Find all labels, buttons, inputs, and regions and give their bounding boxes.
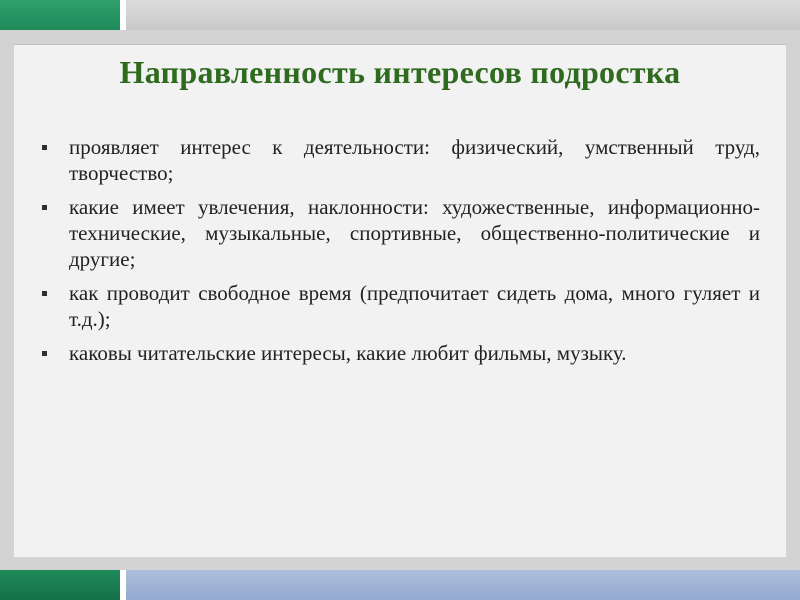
- square-bullet-icon: [42, 291, 47, 296]
- bottom-decor-green-block: [0, 570, 120, 600]
- top-decor-divider: [120, 0, 126, 30]
- bullet-item: как проводит свободное время (предпочита…: [40, 280, 760, 332]
- bullet-list: проявляет интерес к деятельности: физиче…: [40, 134, 760, 374]
- bullet-item: проявляет интерес к деятельности: физиче…: [40, 134, 760, 186]
- square-bullet-icon: [42, 145, 47, 150]
- square-bullet-icon: [42, 351, 47, 356]
- square-bullet-icon: [42, 205, 47, 210]
- bullet-text: какие имеет увлечения, наклонности: худо…: [69, 195, 760, 271]
- bullet-item: какие имеет увлечения, наклонности: худо…: [40, 194, 760, 272]
- bullet-text: проявляет интерес к деятельности: физиче…: [69, 135, 760, 185]
- top-decor-green-block: [0, 0, 120, 30]
- bottom-decor-blue-block: [126, 570, 800, 600]
- slide-title: Направленность интересов подростка: [119, 54, 681, 90]
- bullet-item: каковы читательские интересы, какие люби…: [40, 340, 760, 366]
- bullet-text: как проводит свободное время (предпочита…: [69, 281, 760, 331]
- bullet-text: каковы читательские интересы, какие люби…: [69, 341, 627, 365]
- slide: Направленность интересов подростка прояв…: [0, 0, 800, 600]
